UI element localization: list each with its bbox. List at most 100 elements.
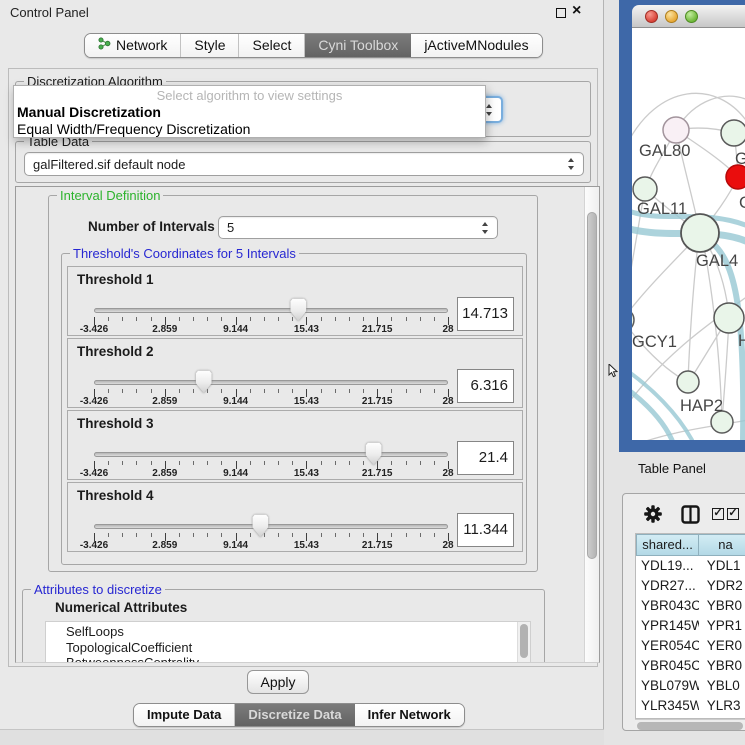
- threshold-2-value-field[interactable]: 6.316: [457, 369, 514, 403]
- show-columns-icon[interactable]: [681, 505, 700, 529]
- close-icon[interactable]: ×: [572, 2, 581, 20]
- mouse-cursor: [608, 364, 619, 378]
- table-row[interactable]: YDR27...YDR2: [636, 576, 745, 596]
- attributes-group-label: Attributes to discretize: [31, 582, 165, 597]
- apply-button[interactable]: Apply: [247, 670, 309, 694]
- tab-network[interactable]: Network: [85, 34, 181, 57]
- table-row[interactable]: YER054CYER0: [636, 636, 745, 656]
- minimize-traffic-light[interactable]: [665, 10, 678, 23]
- select-all-checkbox-icon[interactable]: ✓: [712, 508, 724, 520]
- threshold-3-label: Threshold 3: [77, 416, 154, 431]
- threshold-3-value-field[interactable]: 21.4: [457, 441, 514, 475]
- node-gal11[interactable]: [633, 177, 657, 201]
- network-icon: [98, 34, 111, 57]
- threshold-2-panel: Threshold 2 -3.4262.8599.14415.4321.7152…: [67, 338, 523, 408]
- column-header-name[interactable]: na: [699, 534, 745, 556]
- dropdown-option-manual[interactable]: Manual Discretization: [14, 104, 485, 121]
- control-panel-window: Control Panel × Network Style Select: [0, 0, 604, 745]
- column-header-shared-name[interactable]: shared...: [636, 534, 699, 556]
- attributes-list-scrollbar[interactable]: [517, 622, 530, 663]
- cyni-settings-panel: Discretization Algorithm Select algorith…: [8, 68, 598, 667]
- close-traffic-light[interactable]: [645, 10, 658, 23]
- dropdown-option-equal-width[interactable]: Equal Width/Frequency Discretization: [14, 121, 485, 138]
- float-window-icon[interactable]: [556, 8, 566, 18]
- node-hap2[interactable]: [677, 371, 699, 393]
- threshold-1-slider-track[interactable]: [94, 308, 448, 313]
- table-row[interactable]: YBR043CYBR0: [636, 596, 745, 616]
- combo-arrows-icon: [567, 158, 576, 170]
- table-data-select[interactable]: galFiltered.sif default node: [24, 152, 584, 176]
- svg-text:HAP2: HAP2: [680, 397, 723, 415]
- network-canvas[interactable]: GAL80 GA C GAL11 GAL4 GCY1 H HAP2: [632, 28, 745, 440]
- svg-text:GCY1: GCY1: [632, 333, 677, 351]
- tab-cyni-toolbox[interactable]: Cyni Toolbox: [305, 34, 411, 57]
- status-strip: [0, 729, 604, 745]
- svg-text:GAL4: GAL4: [696, 252, 738, 270]
- tab-style[interactable]: Style: [181, 34, 239, 57]
- threshold-4-slider-track[interactable]: [94, 524, 448, 529]
- attribute-item[interactable]: BetweennessCentrality: [66, 655, 530, 663]
- tab-infer-network[interactable]: Infer Network: [355, 704, 464, 726]
- table-row[interactable]: YBR045CYBR0: [636, 656, 745, 676]
- threshold-3-slider-thumb[interactable]: [365, 442, 382, 465]
- svg-text:GAL80: GAL80: [639, 142, 690, 160]
- threshold-2-label: Threshold 2: [77, 344, 154, 359]
- threshold-1-panel: Threshold 1 -3.4262.8599.14415.4321.7152…: [67, 266, 523, 336]
- threshold-1-value-field[interactable]: 14.713: [457, 297, 514, 331]
- table-header-row: shared... na: [636, 534, 745, 556]
- svg-text:H: H: [738, 332, 745, 350]
- settings-vertical-scrollbar[interactable]: [584, 187, 599, 662]
- node-gcy1[interactable]: [632, 308, 634, 332]
- cyni-mode-tab-bar: Impute Data Discretize Data Infer Networ…: [133, 703, 465, 727]
- interval-definition-label: Interval Definition: [57, 188, 163, 203]
- screenshot-root: Control Panel × Network Style Select: [0, 0, 745, 745]
- zoom-traffic-light[interactable]: [685, 10, 698, 23]
- threshold-4-panel: Threshold 4 -3.4262.8599.14415.4321.7152…: [67, 482, 523, 552]
- attribute-item[interactable]: TopologicalCoefficient: [66, 640, 530, 656]
- tab-network-label: Network: [116, 34, 167, 57]
- table-horizontal-scrollbar[interactable]: [635, 719, 745, 730]
- threshold-2-slider-thumb[interactable]: [195, 370, 212, 393]
- threshold-1-label: Threshold 1: [77, 272, 154, 287]
- algorithm-dropdown-popup: Select algorithm to view settings Manual…: [13, 85, 486, 138]
- select-none-checkbox-icon[interactable]: ✓: [727, 508, 739, 520]
- table-row[interactable]: YPR145WYPR1: [636, 616, 745, 636]
- gear-icon[interactable]: [644, 505, 662, 528]
- tab-impute-data[interactable]: Impute Data: [134, 704, 235, 726]
- combo-arrows-icon: [481, 222, 490, 234]
- toolbox-tab-bar: Network Style Select Cyni Toolbox jActiv…: [84, 33, 543, 58]
- tab-jactivemnodules[interactable]: jActiveMNodules: [411, 34, 541, 57]
- numerical-attributes-list[interactable]: SelfLoopsTopologicalCoefficientBetweenne…: [45, 621, 531, 663]
- table-rows: YDL19...YDL1YDR27...YDR2YBR043CYBR0YPR14…: [636, 556, 745, 719]
- number-of-intervals-value: 5: [227, 220, 234, 235]
- table-row[interactable]: YDL19...YDL1: [636, 556, 745, 576]
- node-cut-right-top[interactable]: [721, 120, 745, 146]
- node-cut-right-mid[interactable]: [714, 303, 744, 333]
- network-view-window: GAL80 GA C GAL11 GAL4 GCY1 H HAP2: [619, 0, 745, 452]
- node-gal4[interactable]: [681, 214, 719, 252]
- network-window-titlebar[interactable]: [632, 5, 745, 28]
- control-panel-title: Control Panel: [10, 5, 89, 20]
- threshold-3-slider-track[interactable]: [94, 452, 448, 457]
- node-attribute-table: shared... na YDL19...YDL1YDR27...YDR2YBR…: [635, 533, 745, 719]
- table-row[interactable]: YBL079WYBL0: [636, 676, 745, 696]
- threshold-2-slider-track[interactable]: [94, 380, 448, 385]
- table-panel-title: Table Panel: [638, 461, 706, 476]
- table-data-group: Table Data galFiltered.sif default node: [15, 141, 591, 183]
- threshold-4-slider-thumb[interactable]: [252, 514, 269, 537]
- node-gal80[interactable]: [663, 117, 689, 143]
- attribute-item[interactable]: SelfLoops: [66, 624, 530, 640]
- dropdown-prompt: Select algorithm to view settings: [14, 87, 485, 104]
- svg-text:GAL11: GAL11: [637, 200, 687, 218]
- threshold-4-label: Threshold 4: [77, 488, 154, 503]
- threshold-4-value-field[interactable]: 11.344: [457, 513, 514, 547]
- table-row[interactable]: YLR345WYLR3: [636, 696, 745, 716]
- number-of-intervals-select[interactable]: 5: [218, 216, 498, 239]
- svg-text:GA: GA: [735, 150, 745, 168]
- number-of-intervals-label: Number of Intervals: [88, 219, 215, 234]
- tab-select[interactable]: Select: [239, 34, 305, 57]
- tab-discretize-data[interactable]: Discretize Data: [235, 704, 354, 726]
- threshold-1-slider-thumb[interactable]: [290, 298, 307, 321]
- node-red-selected[interactable]: [726, 165, 745, 189]
- interval-definition-group: Interval Definition Number of Intervals …: [48, 195, 538, 572]
